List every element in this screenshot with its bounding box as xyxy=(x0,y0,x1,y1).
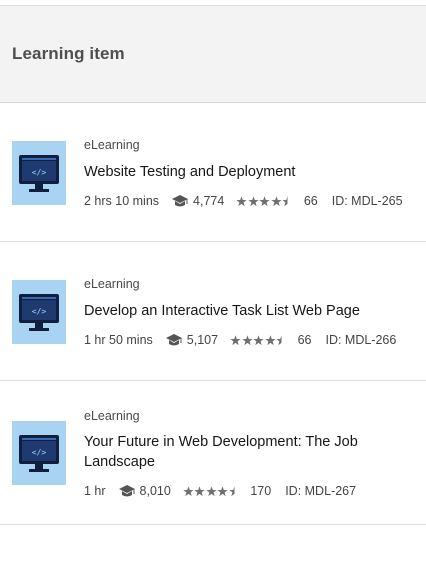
star-icon xyxy=(241,334,253,345)
header-title: Learning item xyxy=(12,44,125,63)
item-duration: 1 hr 50 mins xyxy=(84,333,153,347)
svg-text:</>: </> xyxy=(32,168,47,177)
star-icon xyxy=(194,485,205,496)
star-icon xyxy=(183,485,194,496)
half-star-icon xyxy=(276,334,282,345)
star-icon xyxy=(253,334,264,345)
item-meta: 2 hrs 10 mins 4,774 66 ID: MDL-265 xyxy=(84,192,403,210)
graduation-cap-icon xyxy=(165,334,182,346)
star-rating xyxy=(183,485,241,497)
item-learner-count: 8,010 xyxy=(139,484,171,498)
item-meta: 1 hr 8,010 170 ID: MDL-267 xyxy=(84,482,356,500)
item-learner-count: 4,774 xyxy=(193,194,225,208)
item-type: eLearning xyxy=(84,138,140,152)
learning-item[interactable]: </> eLearning Website Testing and Deploy… xyxy=(0,103,426,242)
star-rating xyxy=(236,195,294,207)
list-header: Learning item xyxy=(0,6,426,103)
svg-text:</>: </> xyxy=(32,307,47,316)
item-rating-count: 170 xyxy=(250,484,272,498)
star-icon xyxy=(259,195,270,206)
item-id: ID: MDL-266 xyxy=(325,333,397,347)
star-rating xyxy=(230,334,288,346)
item-rating-count: 66 xyxy=(303,194,318,208)
svg-text:</>: </> xyxy=(32,448,47,457)
item-title[interactable]: Your Future in Web Development: The Job … xyxy=(84,432,374,472)
code-monitor-icon: </> xyxy=(19,435,59,472)
code-monitor-icon: </> xyxy=(19,155,59,192)
item-id: ID: MDL-267 xyxy=(285,484,357,498)
item-rating-count: 66 xyxy=(297,333,312,347)
item-thumbnail: </> xyxy=(12,280,66,344)
item-id: ID: MDL-265 xyxy=(331,194,403,208)
star-icon xyxy=(230,334,241,345)
item-type: eLearning xyxy=(84,409,140,423)
item-title[interactable]: Develop an Interactive Task List Web Pag… xyxy=(84,301,404,321)
item-type: eLearning xyxy=(84,277,140,291)
star-icon xyxy=(271,195,282,206)
item-title[interactable]: Website Testing and Deployment xyxy=(84,162,404,182)
star-icon xyxy=(236,195,247,206)
item-thumbnail: </> xyxy=(12,421,66,485)
half-star-icon xyxy=(282,195,288,206)
learning-item[interactable]: </> eLearning Develop an Interactive Tas… xyxy=(0,242,426,381)
star-icon xyxy=(206,485,217,496)
item-thumbnail: </> xyxy=(12,141,66,205)
item-duration: 1 hr xyxy=(84,484,106,498)
star-icon xyxy=(217,485,228,496)
item-meta: 1 hr 50 mins 5,107 66 ID: MDL-266 xyxy=(84,331,396,349)
item-duration: 2 hrs 10 mins xyxy=(84,194,160,208)
code-monitor-icon: </> xyxy=(19,294,59,331)
half-star-icon xyxy=(229,485,235,496)
learning-list-page: Learning item </> eLearning Website Test… xyxy=(0,0,426,582)
item-learner-count: 5,107 xyxy=(186,333,219,347)
graduation-cap-icon xyxy=(118,485,135,497)
star-icon xyxy=(264,334,276,345)
graduation-cap-icon xyxy=(172,195,189,207)
learning-item[interactable]: </> eLearning Your Future in Web Develop… xyxy=(0,381,426,525)
star-icon xyxy=(248,195,259,206)
